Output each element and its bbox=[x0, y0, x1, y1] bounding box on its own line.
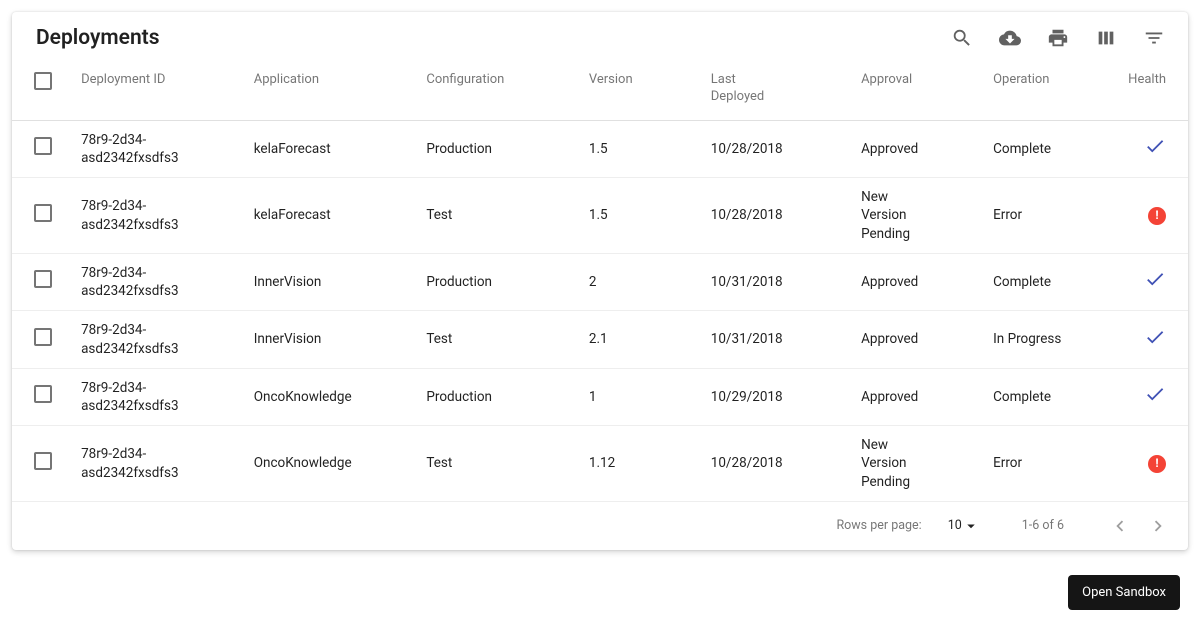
cell-last-deployed: 10/31/2018 bbox=[711, 253, 861, 310]
error-icon: ! bbox=[1148, 455, 1166, 473]
cell-deployment-id: 78r9-2d34-asd2342fxsdfs3 bbox=[81, 131, 226, 167]
cell-last-deployed: 10/28/2018 bbox=[711, 178, 861, 254]
page-title: Deployments bbox=[36, 26, 948, 50]
select-all-checkbox[interactable] bbox=[34, 72, 52, 90]
cell-application: kelaForecast bbox=[254, 178, 427, 254]
table-row[interactable]: 78r9-2d34-asd2342fxsdfs3 OncoKnowledgeTes… bbox=[12, 426, 1188, 502]
toolbar-actions bbox=[948, 24, 1168, 52]
table-row[interactable]: 78r9-2d34-asd2342fxsdfs3 InnerVisionTest2… bbox=[12, 311, 1188, 368]
cell-application: InnerVision bbox=[254, 311, 427, 368]
cell-health bbox=[1127, 368, 1188, 425]
cell-version: 2 bbox=[589, 253, 711, 310]
cell-operation: Complete bbox=[993, 388, 1063, 406]
header-health[interactable]: Health bbox=[1127, 58, 1188, 120]
cell-operation: Complete bbox=[993, 273, 1063, 291]
cell-health bbox=[1127, 253, 1188, 310]
table-row[interactable]: 78r9-2d34-asd2342fxsdfs3 InnerVisionProdu… bbox=[12, 253, 1188, 310]
header-last-deployed[interactable]: Last Deployed bbox=[711, 58, 861, 120]
cell-application: InnerVision bbox=[254, 253, 427, 310]
header-deployment-id[interactable]: Deployment ID bbox=[81, 58, 254, 120]
cell-version: 1.5 bbox=[589, 178, 711, 254]
open-sandbox-button[interactable]: Open Sandbox bbox=[1068, 575, 1180, 610]
cell-health: ! bbox=[1127, 178, 1188, 254]
cloud-download-icon[interactable] bbox=[996, 24, 1024, 52]
table-row[interactable]: 78r9-2d34-asd2342fxsdfs3 kelaForecastProd… bbox=[12, 120, 1188, 177]
deployments-table: Deployment ID Application Configuration … bbox=[12, 58, 1188, 502]
cell-health bbox=[1127, 120, 1188, 177]
table-toolbar: Deployments bbox=[12, 12, 1188, 58]
next-page-button[interactable] bbox=[1146, 514, 1170, 538]
cell-approval: Approved bbox=[861, 388, 931, 406]
check-icon bbox=[1144, 145, 1166, 161]
row-checkbox[interactable] bbox=[34, 385, 52, 403]
filter-icon[interactable] bbox=[1140, 24, 1168, 52]
caret-down-icon bbox=[962, 517, 980, 535]
row-checkbox[interactable] bbox=[34, 204, 52, 222]
cell-last-deployed: 10/29/2018 bbox=[711, 368, 861, 425]
cell-deployment-id: 78r9-2d34-asd2342fxsdfs3 bbox=[81, 264, 226, 300]
cell-last-deployed: 10/28/2018 bbox=[711, 426, 861, 502]
cell-approval: New Version Pending bbox=[861, 188, 931, 243]
cell-deployment-id: 78r9-2d34-asd2342fxsdfs3 bbox=[81, 197, 226, 233]
cell-operation: Complete bbox=[993, 140, 1063, 158]
cell-application: OncoKnowledge bbox=[254, 426, 427, 502]
check-icon bbox=[1144, 393, 1166, 409]
cell-approval: Approved bbox=[861, 140, 931, 158]
cell-configuration: Test bbox=[426, 426, 589, 502]
cell-last-deployed: 10/28/2018 bbox=[711, 120, 861, 177]
cell-health: ! bbox=[1127, 426, 1188, 502]
cell-configuration: Production bbox=[426, 253, 589, 310]
deployments-card: Deployments Deploym bbox=[12, 12, 1188, 550]
view-columns-icon[interactable] bbox=[1092, 24, 1120, 52]
header-approval[interactable]: Approval bbox=[861, 58, 993, 120]
header-application[interactable]: Application bbox=[254, 58, 427, 120]
cell-version: 2.1 bbox=[589, 311, 711, 368]
cell-approval: Approved bbox=[861, 273, 931, 291]
cell-operation: Error bbox=[993, 206, 1063, 224]
previous-page-button[interactable] bbox=[1108, 514, 1132, 538]
cell-configuration: Production bbox=[426, 368, 589, 425]
cell-operation: Error bbox=[993, 454, 1063, 472]
search-icon[interactable] bbox=[948, 24, 976, 52]
cell-version: 1.5 bbox=[589, 120, 711, 177]
table-pagination: Rows per page: 10 1-6 of 6 bbox=[12, 502, 1188, 550]
table-header-row: Deployment ID Application Configuration … bbox=[12, 58, 1188, 120]
cell-deployment-id: 78r9-2d34-asd2342fxsdfs3 bbox=[81, 321, 226, 357]
cell-version: 1.12 bbox=[589, 426, 711, 502]
pagination-range: 1-6 of 6 bbox=[1022, 518, 1064, 533]
cell-approval: Approved bbox=[861, 330, 931, 348]
row-checkbox[interactable] bbox=[34, 137, 52, 155]
table-row[interactable]: 78r9-2d34-asd2342fxsdfs3 OncoKnowledgePro… bbox=[12, 368, 1188, 425]
cell-version: 1 bbox=[589, 368, 711, 425]
header-operation[interactable]: Operation bbox=[993, 58, 1127, 120]
cell-configuration: Test bbox=[426, 178, 589, 254]
cell-operation: In Progress bbox=[993, 330, 1063, 348]
row-checkbox[interactable] bbox=[34, 270, 52, 288]
rows-per-page-select[interactable]: 10 bbox=[948, 517, 980, 535]
cell-approval: New Version Pending bbox=[861, 436, 931, 491]
header-version[interactable]: Version bbox=[589, 58, 711, 120]
error-icon: ! bbox=[1148, 207, 1166, 225]
cell-deployment-id: 78r9-2d34-asd2342fxsdfs3 bbox=[81, 379, 226, 415]
cell-application: kelaForecast bbox=[254, 120, 427, 177]
cell-configuration: Production bbox=[426, 120, 589, 177]
cell-health bbox=[1127, 311, 1188, 368]
header-configuration[interactable]: Configuration bbox=[426, 58, 589, 120]
row-checkbox[interactable] bbox=[34, 452, 52, 470]
row-checkbox[interactable] bbox=[34, 328, 52, 346]
table-row[interactable]: 78r9-2d34-asd2342fxsdfs3 kelaForecastTest… bbox=[12, 178, 1188, 254]
print-icon[interactable] bbox=[1044, 24, 1072, 52]
cell-last-deployed: 10/31/2018 bbox=[711, 311, 861, 368]
check-icon bbox=[1144, 336, 1166, 352]
rows-per-page-label: Rows per page: bbox=[836, 518, 921, 533]
cell-configuration: Test bbox=[426, 311, 589, 368]
cell-application: OncoKnowledge bbox=[254, 368, 427, 425]
check-icon bbox=[1144, 278, 1166, 294]
cell-deployment-id: 78r9-2d34-asd2342fxsdfs3 bbox=[81, 445, 226, 481]
